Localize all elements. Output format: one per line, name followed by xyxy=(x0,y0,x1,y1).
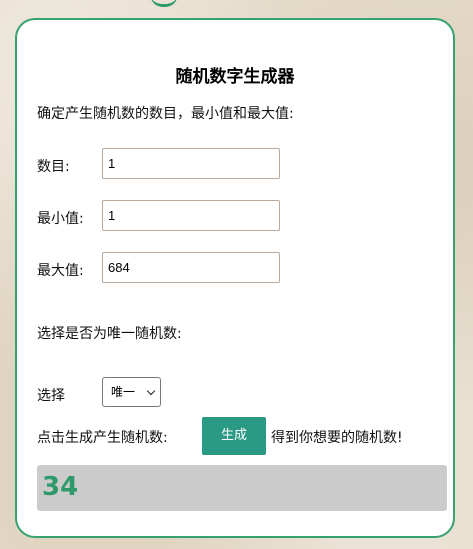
unique-select[interactable]: 唯一 xyxy=(102,377,161,407)
unique-select-value: 唯一 xyxy=(111,385,136,399)
result-number: 34 xyxy=(42,472,79,502)
select-label: 选择 xyxy=(37,388,65,404)
count-input[interactable]: 1 xyxy=(102,148,280,179)
count-label: 数目: xyxy=(37,159,70,175)
chevron-down-icon xyxy=(146,386,156,396)
generate-prompt: 点击生成产生随机数: xyxy=(37,430,168,446)
instruction-text: 确定产生随机数的数目，最小值和最大值: xyxy=(37,106,294,122)
max-input[interactable]: 684 xyxy=(102,252,280,283)
generator-card: 随机数字生成器 确定产生随机数的数目，最小值和最大值: 数目: 1 最小值: 1… xyxy=(15,18,455,538)
decorative-curve xyxy=(150,0,178,7)
result-box: 34 xyxy=(37,465,447,511)
generate-suffix: 得到你想要的随机数! xyxy=(271,430,403,446)
min-input[interactable]: 1 xyxy=(102,200,280,231)
max-label: 最大值: xyxy=(37,263,84,279)
min-label: 最小值: xyxy=(37,211,84,227)
unique-prompt: 选择是否为唯一随机数: xyxy=(37,326,182,342)
generate-button[interactable]: 生成 xyxy=(202,417,266,455)
page-title: 随机数字生成器 xyxy=(175,67,295,87)
